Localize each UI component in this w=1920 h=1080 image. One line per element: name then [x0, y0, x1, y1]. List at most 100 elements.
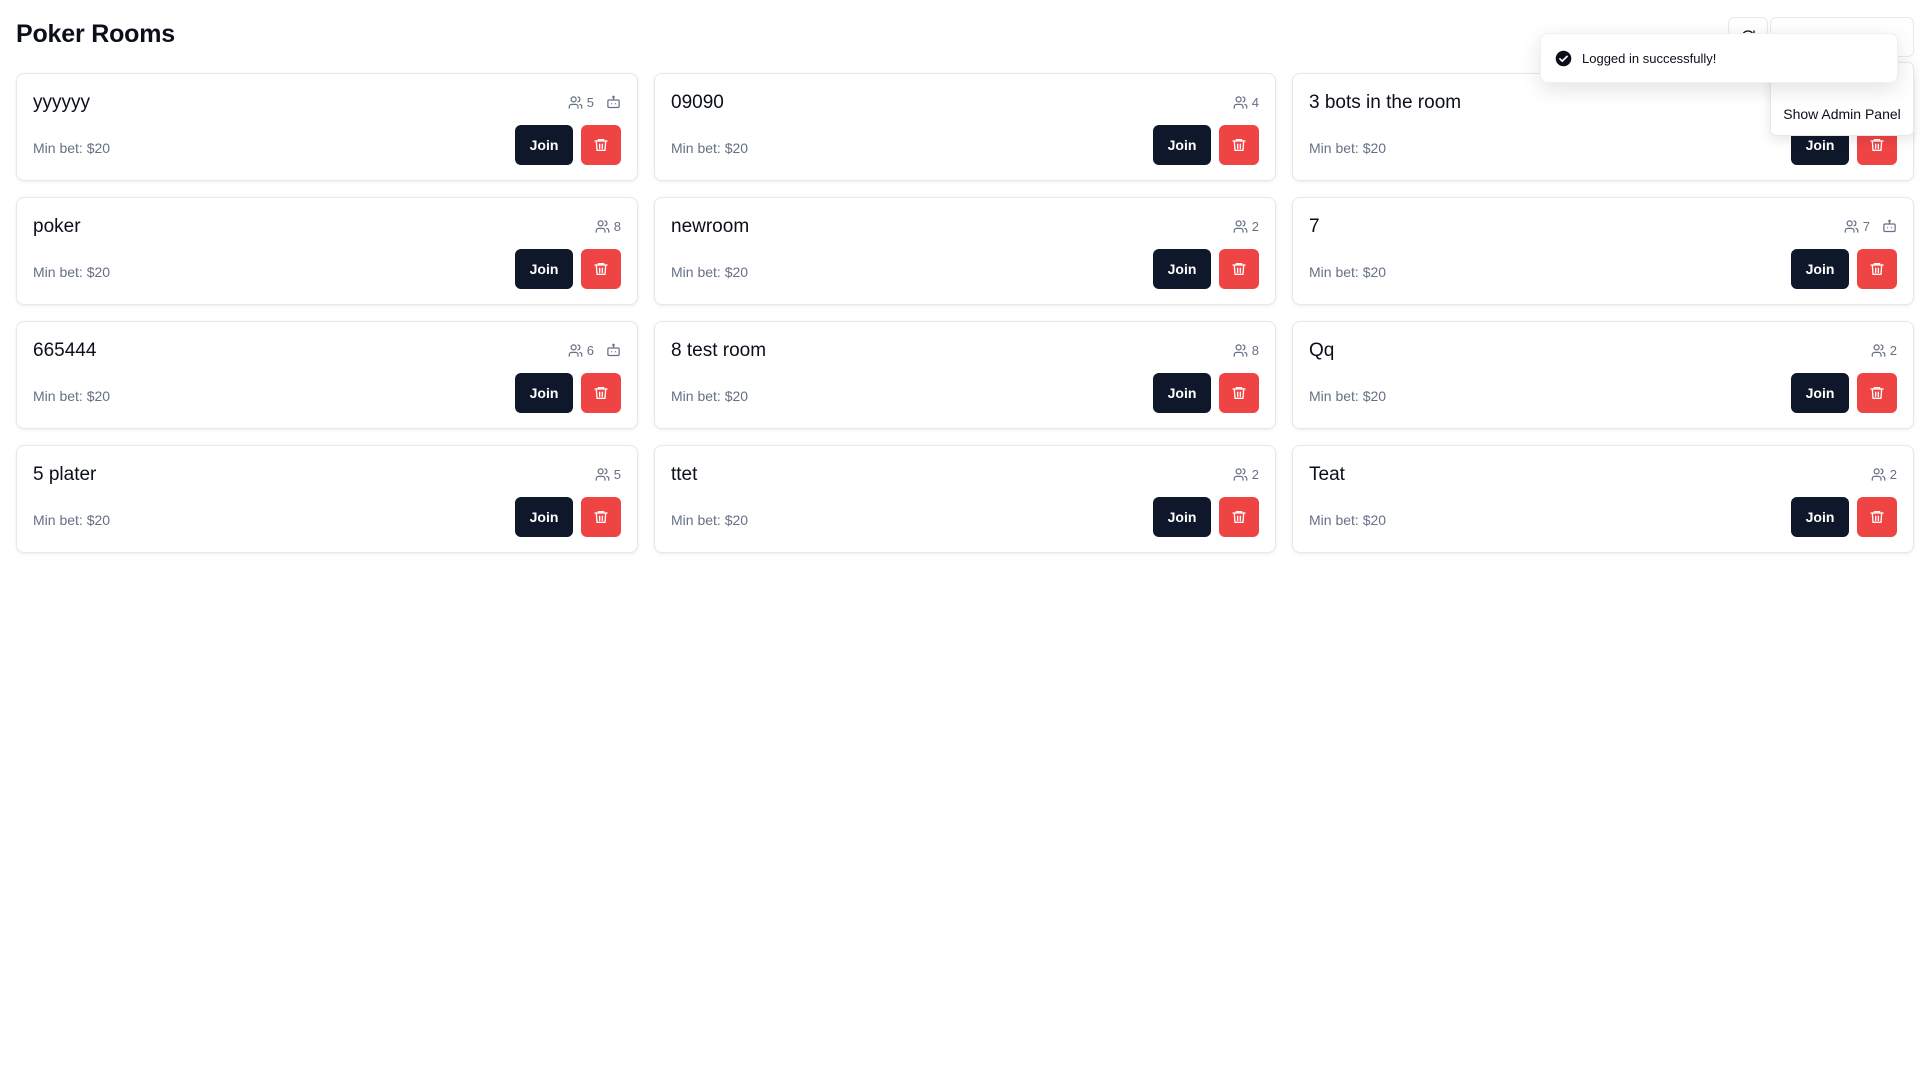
users-icon: [1871, 344, 1886, 357]
min-bet: Min bet: $20: [1309, 388, 1387, 404]
users-icon: [1233, 468, 1248, 481]
player-count: 6: [586, 343, 594, 358]
min-bet: Min bet: $20: [671, 264, 749, 280]
check-circle-icon: [1555, 50, 1572, 66]
room-name: Qq: [1309, 340, 1335, 361]
room-actions: Join: [515, 249, 621, 289]
join-button[interactable]: Join: [1791, 249, 1849, 289]
delete-room-button[interactable]: [1857, 497, 1897, 537]
room-name: ttet: [671, 464, 698, 485]
room-card: 7 7 Min bet: $20 Join: [1292, 197, 1914, 305]
room-name: 7: [1309, 216, 1320, 237]
room-card: 09090 4 Min bet: $20 Join: [654, 73, 1276, 181]
show-admin-panel-item[interactable]: Show Admin Panel: [1771, 93, 1913, 135]
users-icon: [595, 220, 610, 233]
login-toast: Logged in successfully!: [1540, 33, 1898, 83]
room-card: 5 plater 5 Min bet: $20 Join: [16, 445, 638, 553]
room-meta: 2: [1233, 467, 1259, 482]
delete-room-button[interactable]: [1857, 373, 1897, 413]
min-bet: Min bet: $20: [671, 140, 749, 156]
min-bet: Min bet: $20: [1309, 140, 1387, 156]
trash-icon: [1232, 511, 1246, 523]
room-actions: Join: [1153, 249, 1259, 289]
room-name: newroom: [671, 216, 750, 237]
delete-room-button[interactable]: [1219, 125, 1259, 165]
toast-message: Logged in successfully!: [1582, 50, 1717, 66]
users-icon: [595, 468, 610, 481]
player-count: 2: [1889, 343, 1897, 358]
room-name: 665444: [33, 340, 97, 361]
join-button[interactable]: Join: [515, 373, 573, 413]
bot-icon: [607, 343, 620, 357]
player-count: 2: [1251, 219, 1259, 234]
room-actions: Join: [515, 125, 621, 165]
room-card: уууууу 5 Min bet: $20 Join: [16, 73, 638, 181]
room-meta: 7: [1844, 219, 1897, 234]
room-meta: 6: [568, 343, 621, 358]
room-meta: 2: [1871, 467, 1897, 482]
room-card: 8 test room 8 Min bet: $20 Join: [654, 321, 1276, 429]
join-button[interactable]: Join: [515, 125, 573, 165]
join-button[interactable]: Join: [1791, 497, 1849, 537]
room-actions: Join: [515, 497, 621, 537]
trash-icon: [594, 511, 608, 523]
player-count: 4: [1251, 95, 1259, 110]
join-button[interactable]: Join: [1153, 249, 1211, 289]
delete-room-button[interactable]: [581, 249, 621, 289]
delete-room-button[interactable]: [581, 125, 621, 165]
room-actions: Join: [1791, 373, 1897, 413]
min-bet: Min bet: $20: [671, 512, 749, 528]
trash-icon: [1870, 511, 1884, 523]
min-bet: Min bet: $20: [33, 264, 111, 280]
player-count: 7: [1862, 219, 1870, 234]
room-meta: 2: [1233, 219, 1259, 234]
users-icon: [568, 344, 583, 357]
join-button[interactable]: Join: [1791, 373, 1849, 413]
room-card: Teat 2 Min bet: $20 Join: [1292, 445, 1914, 553]
min-bet: Min bet: $20: [33, 388, 111, 404]
player-count: 5: [613, 467, 621, 482]
min-bet: Min bet: $20: [33, 140, 111, 156]
room-meta: 8: [1233, 343, 1259, 358]
player-count: 8: [1251, 343, 1259, 358]
room-name: уууууу: [33, 92, 90, 113]
room-actions: Join: [1153, 497, 1259, 537]
trash-icon: [1232, 387, 1246, 399]
trash-icon: [1232, 263, 1246, 275]
room-meta: 5: [568, 95, 621, 110]
player-count: 2: [1889, 467, 1897, 482]
min-bet: Min bet: $20: [671, 388, 749, 404]
room-card: poker 8 Min bet: $20 Join: [16, 197, 638, 305]
room-name: 8 test room: [671, 340, 767, 361]
join-button[interactable]: Join: [515, 249, 573, 289]
room-actions: Join: [515, 373, 621, 413]
delete-room-button[interactable]: [581, 497, 621, 537]
delete-room-button[interactable]: [1857, 249, 1897, 289]
rooms-grid: уууууу 5 Min bet: $20 Join 09090 4 Min bet: $2…: [16, 73, 1914, 553]
page-title: Poker Rooms: [16, 20, 175, 48]
trash-icon: [594, 387, 608, 399]
trash-icon: [1870, 263, 1884, 275]
join-button[interactable]: Join: [1153, 125, 1211, 165]
room-card: ttet 2 Min bet: $20 Join: [654, 445, 1276, 553]
trash-icon: [594, 263, 608, 275]
delete-room-button[interactable]: [1219, 497, 1259, 537]
player-count: 5: [586, 95, 594, 110]
join-button[interactable]: Join: [1153, 497, 1211, 537]
trash-icon: [1870, 387, 1884, 399]
users-icon: [1871, 468, 1886, 481]
delete-room-button[interactable]: [581, 373, 621, 413]
room-name: 5 plater: [33, 464, 97, 485]
join-button[interactable]: Join: [515, 497, 573, 537]
users-icon: [1844, 220, 1859, 233]
users-icon: [1233, 96, 1248, 109]
users-icon: [1233, 344, 1248, 357]
room-name: Teat: [1309, 464, 1345, 485]
room-meta: 5: [595, 467, 621, 482]
player-count: 2: [1251, 467, 1259, 482]
bot-icon: [1883, 219, 1896, 233]
room-actions: Join: [1791, 249, 1897, 289]
delete-room-button[interactable]: [1219, 373, 1259, 413]
delete-room-button[interactable]: [1219, 249, 1259, 289]
join-button[interactable]: Join: [1153, 373, 1211, 413]
